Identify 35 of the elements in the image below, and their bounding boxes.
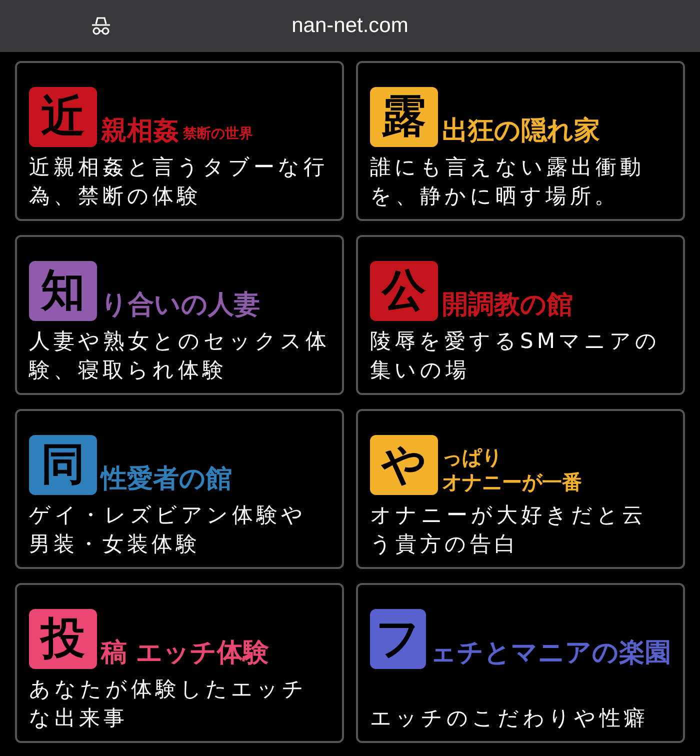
category-card[interactable]: 公 開調教の館 陵辱を愛するSMマニアの集いの場 [356, 235, 685, 395]
banner-title: 稿 エッチ体験 [101, 636, 270, 669]
category-description: エッチのこだわりや性癖 [370, 705, 650, 732]
category-description: あなたが体験したエッチな出来事 [29, 676, 308, 732]
category-description: 人妻や熟女とのセックス体験、寝取られ体験 [29, 328, 330, 384]
category-card[interactable]: 投 稿 エッチ体験 あなたが体験したエッチな出来事 [15, 583, 344, 743]
category-card[interactable]: 近 親相姦 禁断の世界 近親相姦と言うタブーな行為、禁断の体験 [15, 61, 344, 221]
category-description: 誰にも言えない露出衝動を、静かに晒す場所。 [370, 154, 646, 210]
banner-initial: 公 [370, 261, 438, 321]
category-card[interactable]: 露 出狂の隠れ家 誰にも言えない露出衝動を、静かに晒す場所。 [356, 61, 685, 221]
category-description: 近親相姦と言うタブーな行為、禁断の体験 [29, 154, 329, 210]
category-description: オナニーが大好きだと云う貴方の告白 [370, 502, 648, 558]
category-card[interactable]: 同 性愛者の館 ゲイ・レズビアン体験や男装・女装体験 [15, 409, 344, 569]
category-card[interactable]: フ ェチとマニアの楽園 エッチのこだわりや性癖 [356, 583, 685, 743]
banner-title: 親相姦 [101, 114, 179, 147]
incognito-icon [90, 16, 112, 36]
banner-initial: 知 [29, 261, 97, 321]
banner-title: っぱり [442, 445, 503, 470]
banner-initial: フ [370, 609, 426, 669]
banner-title: ェチとマニアの楽園 [430, 636, 671, 669]
url-text[interactable]: nan-net.com [292, 10, 408, 42]
category-card[interactable]: 知 り合いの人妻 人妻や熟女とのセックス体験、寝取られ体験 [15, 235, 344, 395]
banner-title: 出狂の隠れ家 [442, 114, 600, 147]
banner-subtitle: 禁断の世界 [183, 126, 253, 144]
category-description: ゲイ・レズビアン体験や男装・女装体験 [29, 502, 308, 558]
banner-initial: 露 [370, 87, 438, 147]
banner-initial: 近 [29, 87, 97, 147]
banner-initial: 投 [29, 609, 97, 669]
category-description: 陵辱を愛するSMマニアの集いの場 [370, 328, 662, 384]
banner-title: 性愛者の館 [101, 462, 232, 495]
banner-title: 開調教の館 [442, 288, 573, 321]
banner-initial: や [370, 435, 438, 495]
banner-title: オナニーが一番 [442, 470, 582, 495]
banner-title: り合いの人妻 [101, 288, 260, 321]
banner-initial: 同 [29, 435, 97, 495]
